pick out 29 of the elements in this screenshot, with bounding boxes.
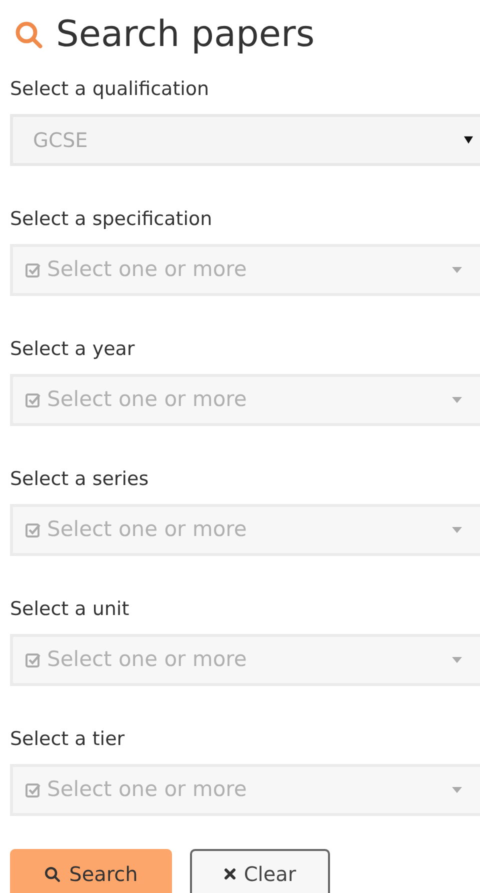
caret-icon [452,787,462,793]
field-label: Select a qualification [10,77,210,102]
close-icon [224,868,236,880]
multi-select[interactable]: Select one or more [10,764,480,816]
field-label: Select a series [10,467,150,492]
multi-select[interactable]: Select one or more [10,634,480,686]
multi-select[interactable]: Select one or more [10,374,480,426]
field-label: Select a unit [10,597,130,622]
qualification-select[interactable]: GCSE [10,114,480,166]
multi-select[interactable]: Select one or more [10,244,480,296]
caret-icon [452,527,462,533]
search-icon [44,866,62,882]
checkbox-icon [25,652,41,668]
clear-button[interactable]: Clear [190,849,330,893]
page-title: Search papers [56,13,315,57]
field-label: Select a specification [10,207,214,232]
search-button[interactable]: Search [10,849,172,893]
field-label: Select a tier [10,727,126,752]
checkbox-icon [25,392,41,408]
checkbox-icon [25,782,41,798]
caret-icon [452,267,462,273]
caret-icon [452,657,462,663]
search-icon [14,20,44,50]
field-label: Select a year [10,337,136,362]
multi-select[interactable]: Select one or more [10,504,480,556]
caret-icon [452,397,462,403]
checkbox-icon [25,262,41,278]
caret-icon [464,136,473,144]
checkbox-icon [25,522,41,538]
